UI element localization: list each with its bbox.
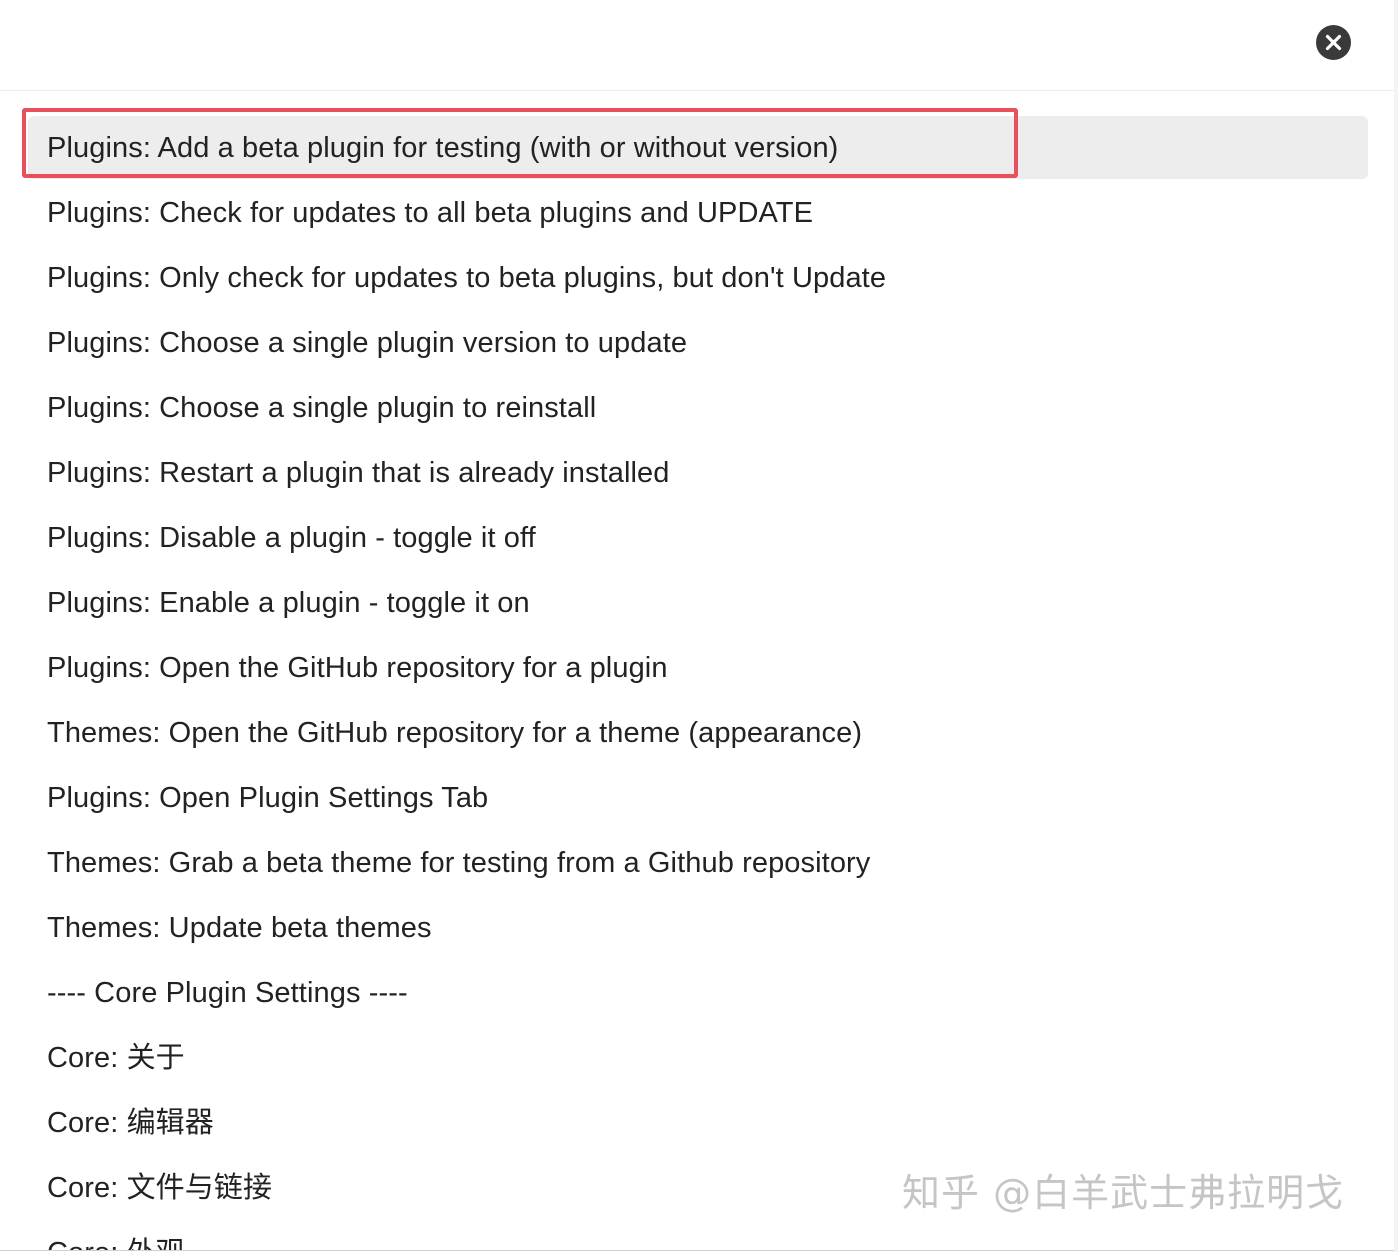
command-item-label: Plugins: Enable a plugin - toggle it on	[47, 587, 530, 619]
command-item[interactable]: Plugins: Open the GitHub repository for …	[28, 636, 1368, 701]
command-item-label: Plugins: Open the GitHub repository for …	[47, 652, 668, 684]
command-item[interactable]: Themes: Open the GitHub repository for a…	[28, 701, 1368, 766]
command-item[interactable]: Plugins: Enable a plugin - toggle it on	[28, 571, 1368, 636]
command-item[interactable]: Plugins: Open Plugin Settings Tab	[28, 766, 1368, 831]
command-item-label: Core: 外观	[47, 1235, 185, 1250]
command-item-label: Plugins: Restart a plugin that is alread…	[47, 457, 670, 489]
scrollbar[interactable]	[1394, 0, 1398, 1252]
command-item[interactable]: Core: 编辑器	[28, 1091, 1368, 1156]
command-item[interactable]: Plugins: Choose a single plugin version …	[28, 311, 1368, 376]
command-item-label: Themes: Update beta themes	[47, 912, 432, 944]
close-circle-icon	[1325, 34, 1342, 51]
command-list: Plugins: Add a beta plugin for testing (…	[0, 116, 1394, 1250]
command-item-label: Themes: Open the GitHub repository for a…	[47, 717, 863, 749]
command-item[interactable]: Core: 关于	[28, 1026, 1368, 1091]
command-item[interactable]: Themes: Grab a beta theme for testing fr…	[28, 831, 1368, 896]
command-item[interactable]: Core: 文件与链接	[28, 1156, 1368, 1221]
command-item-label: Core: 关于	[47, 1042, 185, 1074]
dialog-header	[0, 0, 1394, 91]
command-item-label: Plugins: Add a beta plugin for testing (…	[47, 132, 839, 164]
command-item-label: Themes: Grab a beta theme for testing fr…	[47, 847, 871, 879]
command-item-label: ---- Core Plugin Settings ----	[47, 977, 408, 1009]
command-item-label: Plugins: Disable a plugin - toggle it of…	[47, 522, 536, 554]
command-item-label: Core: 文件与链接	[47, 1172, 273, 1204]
command-item[interactable]: Plugins: Disable a plugin - toggle it of…	[28, 506, 1368, 571]
command-item[interactable]: Plugins: Add a beta plugin for testing (…	[28, 116, 1368, 179]
command-item-label: Plugins: Only check for updates to beta …	[47, 262, 887, 294]
close-button[interactable]	[1316, 25, 1351, 60]
command-item[interactable]: Core: 外观	[28, 1221, 1368, 1250]
command-item-label: Plugins: Open Plugin Settings Tab	[47, 782, 489, 814]
command-item[interactable]: Plugins: Only check for updates to beta …	[28, 246, 1368, 311]
command-dialog: Plugins: Add a beta plugin for testing (…	[0, 0, 1395, 1251]
command-item-label: Plugins: Check for updates to all beta p…	[47, 197, 814, 229]
command-item[interactable]: Plugins: Check for updates to all beta p…	[28, 181, 1368, 246]
section-divider-item[interactable]: ---- Core Plugin Settings ----	[28, 961, 1368, 1026]
command-item[interactable]: Plugins: Restart a plugin that is alread…	[28, 441, 1368, 506]
command-item-label: Plugins: Choose a single plugin version …	[47, 327, 688, 359]
command-item[interactable]: Plugins: Choose a single plugin to reins…	[28, 376, 1368, 441]
command-item-label: Core: 编辑器	[47, 1107, 214, 1139]
command-item[interactable]: Themes: Update beta themes	[28, 896, 1368, 961]
command-item-label: Plugins: Choose a single plugin to reins…	[47, 392, 597, 424]
